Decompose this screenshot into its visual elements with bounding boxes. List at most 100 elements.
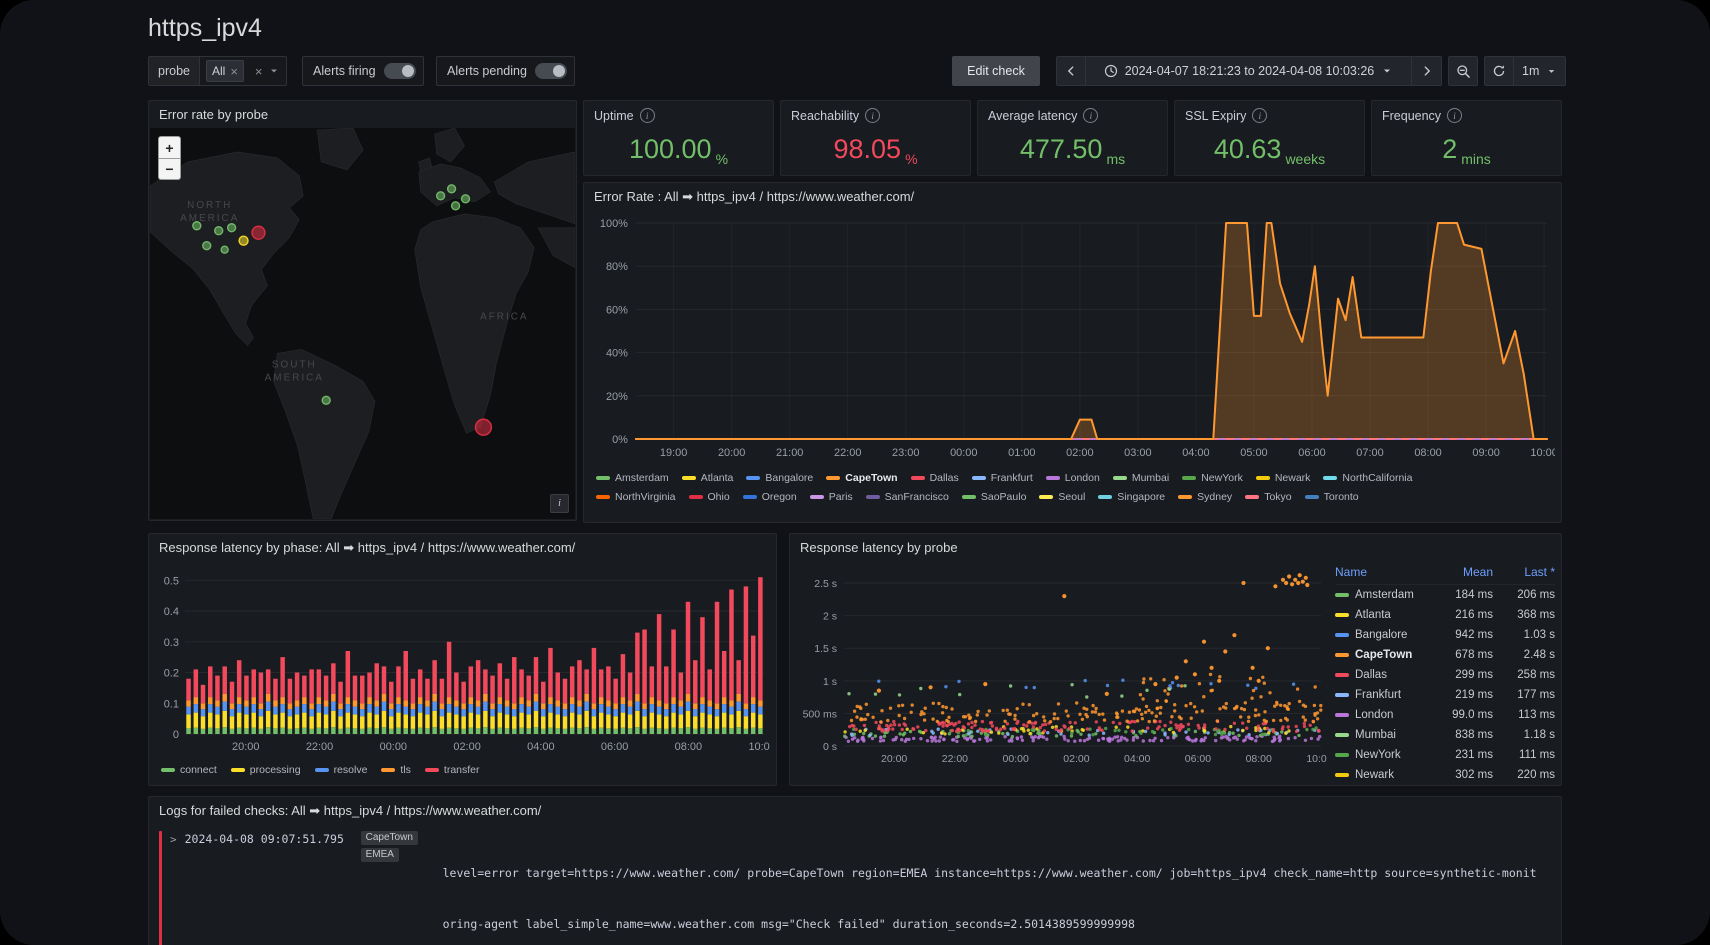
chip-remove-icon[interactable]: × [230, 64, 238, 79]
alerts-pending-filter[interactable]: Alerts pending [436, 56, 575, 86]
latency-by-phase-chart[interactable]: 00.10.20.30.40.520:0022:0000:0002:0004:0… [155, 560, 770, 756]
map-panel-title: Error rate by probe [159, 107, 268, 122]
legend-item-paris[interactable]: Paris [810, 491, 853, 503]
legend-item-london[interactable]: London [1046, 472, 1100, 484]
last-value: 113 ms [1493, 709, 1555, 721]
legend-item-saopaulo[interactable]: SaoPaulo [962, 491, 1027, 503]
log-label-chip[interactable]: CapeTown [361, 831, 418, 845]
svg-text:02:00: 02:00 [1066, 447, 1093, 459]
info-icon[interactable]: i [865, 108, 880, 123]
svg-text:20:00: 20:00 [718, 447, 745, 459]
table-row-atlanta[interactable]: Atlanta216 ms368 ms [1335, 605, 1555, 625]
table-row-newyork[interactable]: NewYork231 ms111 ms [1335, 745, 1555, 765]
log-message-line-2: oring-agent label_simple_name=www.weathe… [443, 916, 1553, 933]
probe-filter[interactable]: probe All × × [148, 56, 287, 86]
legend-item-sanfrancisco[interactable]: SanFrancisco [866, 491, 949, 503]
zoom-out-time-button[interactable] [1448, 56, 1478, 86]
error-rate-chart[interactable]: 19:0020:0021:0022:0023:0000:0001:0002:00… [590, 211, 1555, 463]
alerts-firing-toggle[interactable] [384, 63, 416, 79]
legend-label: transfer [444, 764, 480, 776]
table-row-frankfurt[interactable]: Frankfurt219 ms177 ms [1335, 685, 1555, 705]
map-attribution-icon[interactable]: i [550, 494, 569, 513]
table-row-london[interactable]: London99.0 ms113 ms [1335, 705, 1555, 725]
probe-name-cell[interactable]: Bangalore [1335, 629, 1433, 641]
legend-item-connect[interactable]: connect [161, 764, 217, 776]
legend-item-frankfurt[interactable]: Frankfurt [972, 472, 1033, 484]
probe-name-cell[interactable]: London [1335, 709, 1433, 721]
legend-item-mumbai[interactable]: Mumbai [1113, 472, 1169, 484]
edit-check-button[interactable]: Edit check [952, 56, 1040, 86]
mean-value: 678 ms [1433, 649, 1493, 661]
svg-text:0.3: 0.3 [164, 637, 179, 649]
probe-name-cell[interactable]: Frankfurt [1335, 689, 1433, 701]
filter-clear-icon[interactable]: × [255, 64, 263, 79]
legend-item-sydney[interactable]: Sydney [1178, 491, 1232, 503]
probe-name-cell[interactable]: Newark [1335, 769, 1433, 781]
svg-text:500 ms: 500 ms [803, 708, 837, 720]
world-map[interactable]: NORTH AMERICA SOUTH AMERICA AFRICA + − i [150, 128, 575, 519]
legend-item-singapore[interactable]: Singapore [1098, 491, 1165, 503]
legend-item-oregon[interactable]: Oregon [743, 491, 797, 503]
legend-item-tls[interactable]: tls [381, 764, 411, 776]
map-zoom-in-button[interactable]: + [158, 136, 181, 158]
latency-by-probe-chart[interactable]: 0 s500 ms1 s1.5 s2 s2.5 s20:0022:0000:00… [796, 560, 1327, 774]
alerts-pending-toggle[interactable] [535, 63, 567, 79]
legend-item-processing[interactable]: processing [231, 764, 301, 776]
stat-value: 100.00 [629, 136, 712, 163]
legend-label: Toronto [1324, 491, 1359, 503]
legend-item-amsterdam[interactable]: Amsterdam [596, 472, 669, 484]
probe-filter-value-chip[interactable]: All × [206, 60, 244, 82]
probe-name-cell[interactable]: Mumbai [1335, 729, 1433, 741]
legend-item-northcalifornia[interactable]: NorthCalifornia [1323, 472, 1412, 484]
legend-item-seoul[interactable]: Seoul [1039, 491, 1085, 503]
probe-name-cell[interactable]: Atlanta [1335, 609, 1433, 621]
legend-item-ohio[interactable]: Ohio [689, 491, 730, 503]
column-header-last[interactable]: Last * [1493, 565, 1555, 579]
probe-name-cell[interactable]: CapeTown [1335, 649, 1433, 661]
stat-unit: % [905, 151, 917, 169]
probe-name-cell[interactable]: Amsterdam [1335, 589, 1433, 601]
time-shift-forward-button[interactable] [1412, 56, 1442, 86]
info-icon[interactable]: i [1447, 108, 1462, 123]
legend-item-northvirginia[interactable]: NorthVirginia [596, 491, 676, 503]
table-row-amsterdam[interactable]: Amsterdam184 ms206 ms [1335, 585, 1555, 605]
chevron-down-icon[interactable] [268, 65, 280, 77]
legend-item-toronto[interactable]: Toronto [1305, 491, 1359, 503]
info-icon[interactable]: i [1252, 108, 1267, 123]
series-color-marker [1178, 495, 1192, 499]
legend-item-dallas[interactable]: Dallas [911, 472, 959, 484]
probe-name-cell[interactable]: Dallas [1335, 669, 1433, 681]
time-range-picker[interactable]: 2024-04-07 18:21:23 to 2024-04-08 10:03:… [1086, 56, 1412, 86]
logs-panel-title: Logs for failed checks: All ➡ https_ipv4… [159, 803, 541, 819]
log-expand-icon[interactable]: > [170, 831, 177, 945]
refresh-button[interactable] [1484, 56, 1514, 86]
legend-item-bangalore[interactable]: Bangalore [746, 472, 813, 484]
time-shift-back-button[interactable] [1056, 56, 1086, 86]
table-row-mumbai[interactable]: Mumbai838 ms1.18 s [1335, 725, 1555, 745]
legend-item-resolve[interactable]: resolve [315, 764, 368, 776]
table-row-newark[interactable]: Newark302 ms220 ms [1335, 765, 1555, 783]
latency-by-phase-panel: Response latency by phase: All ➡ https_i… [148, 533, 777, 786]
info-icon[interactable]: i [1083, 108, 1098, 123]
log-severity-bar [159, 831, 162, 945]
column-header-mean[interactable]: Mean [1433, 565, 1493, 579]
column-header-name[interactable]: Name [1335, 565, 1433, 579]
alerts-firing-filter[interactable]: Alerts firing [302, 56, 424, 86]
legend-item-tokyo[interactable]: Tokyo [1245, 491, 1291, 503]
log-entry[interactable]: > 2024-04-08 09:07:51.795 CapeTownEMEA l… [159, 831, 1553, 945]
table-row-bangalore[interactable]: Bangalore942 ms1.03 s [1335, 625, 1555, 645]
legend-item-atlanta[interactable]: Atlanta [682, 472, 734, 484]
legend-item-newark[interactable]: Newark [1256, 472, 1311, 484]
legend-item-capetown[interactable]: CapeTown [826, 472, 897, 484]
log-label-chip[interactable]: EMEA [361, 848, 399, 862]
last-value: 1.03 s [1493, 629, 1555, 641]
info-icon[interactable]: i [640, 108, 655, 123]
refresh-interval-dropdown[interactable]: 1m [1514, 56, 1566, 86]
table-row-dallas[interactable]: Dallas299 ms258 ms [1335, 665, 1555, 685]
legend-item-transfer[interactable]: transfer [425, 764, 480, 776]
legend-item-newyork[interactable]: NewYork [1182, 472, 1243, 484]
probe-name-cell[interactable]: NewYork [1335, 749, 1433, 761]
table-row-capetown[interactable]: CapeTown678 ms2.48 s [1335, 645, 1555, 665]
map-zoom-out-button[interactable]: − [158, 158, 181, 180]
chevron-down-icon [1546, 66, 1557, 77]
